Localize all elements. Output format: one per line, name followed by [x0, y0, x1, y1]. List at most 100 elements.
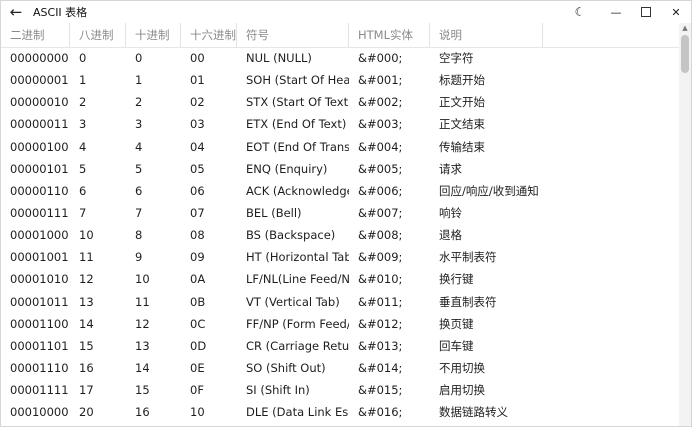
cell-html-entity: &#002; [358, 95, 403, 110]
cell-decimal: 2 [135, 95, 143, 110]
table-row[interactable]: 00000101 5 5 05 ENQ (Enquiry) &#005; 请求 [1, 158, 679, 180]
cell-symbol: FF/NP (Form Feed/N [246, 316, 349, 331]
cell-octal: 17 [79, 383, 94, 398]
table-row[interactable]: 00001110 16 14 0E SO (Shift Out) &#014; 不用切换 [1, 357, 679, 379]
cell-hex: 06 [190, 183, 205, 198]
cell-description: 不用切换 [439, 361, 485, 376]
cell-html-entity: &#000; [358, 51, 403, 66]
cell-binary: 00000110 [10, 183, 69, 198]
cell-binary: 00000111 [10, 206, 69, 221]
close-icon[interactable]: ✕ [661, 1, 691, 23]
table-row[interactable]: 00001101 15 13 0D CR (Carriage Return) &#013;… [1, 335, 679, 357]
cell-hex: 09 [190, 250, 205, 265]
cell-hex: 0E [190, 361, 205, 376]
cell-decimal: 15 [135, 383, 150, 398]
cell-octal: 11 [79, 250, 94, 265]
table-row[interactable]: 00001010 12 10 0A LF/NL(Line Feed/Nev &#010; 换… [1, 268, 679, 290]
table-row[interactable]: 00010000 20 16 10 DLE (Data Link Escap &#016;… [1, 401, 679, 423]
cell-binary: 00000100 [10, 139, 69, 154]
cell-html-entity: &#015; [358, 383, 403, 398]
cell-decimal: 10 [135, 272, 150, 287]
table-row[interactable]: 00000100 4 4 04 EOT (End Of Transm &#004; 传输结束 [1, 136, 679, 158]
cell-binary: 00000001 [10, 73, 69, 88]
column-header-decimal[interactable]: 十进制 [126, 23, 181, 47]
cell-octal: 20 [79, 405, 94, 420]
cell-html-entity: &#001; [358, 73, 403, 88]
cell-symbol: BS (Backspace) [246, 228, 336, 243]
cell-octal: 2 [79, 95, 87, 110]
cell-decimal: 8 [135, 228, 143, 243]
column-header-hex[interactable]: 十六进制 [181, 23, 237, 47]
cell-decimal: 14 [135, 361, 150, 376]
window-controls: ☾ — ✕ [567, 1, 691, 23]
theme-toggle-moon-icon[interactable]: ☾ [567, 1, 593, 23]
cell-description: 空字符 [439, 51, 474, 66]
cell-html-entity: &#006; [358, 183, 403, 198]
cell-octal: 5 [79, 161, 87, 176]
cell-hex: 03 [190, 117, 205, 132]
cell-symbol: SI (Shift In) [246, 383, 310, 398]
table-row[interactable]: 00000111 7 7 07 BEL (Bell) &#007; 响铃 [1, 202, 679, 224]
cell-binary: 00001101 [10, 338, 69, 353]
column-header-description[interactable]: 说明 [430, 23, 543, 47]
cell-decimal: 11 [135, 294, 150, 309]
table-row[interactable]: 00001000 10 8 08 BS (Backspace) &#008; 退格 [1, 224, 679, 246]
cell-description: 启用切换 [439, 383, 485, 398]
cell-description: 正文开始 [439, 95, 485, 110]
maximize-square-shape [641, 7, 651, 17]
table-row[interactable]: 00000000 0 0 00 NUL (NULL) &#000; 空字符 [1, 47, 679, 69]
cell-html-entity: &#005; [358, 161, 403, 176]
cell-octal: 15 [79, 338, 94, 353]
cell-html-entity: &#014; [358, 361, 403, 376]
column-header-symbol[interactable]: 符号 [237, 23, 349, 47]
table-row[interactable]: 00001100 14 12 0C FF/NP (Form Feed/N &#012; 换页… [1, 313, 679, 335]
column-header-octal[interactable]: 八进制 [70, 23, 126, 47]
cell-html-entity: &#004; [358, 139, 403, 154]
cell-description: 换页键 [439, 316, 474, 331]
cell-symbol: STX (Start Of Text) [246, 95, 349, 110]
window-title: ASCII 表格 [33, 6, 88, 19]
table-row[interactable]: 00000110 6 6 06 ACK (Acknowledge) &#006; 回应/响应… [1, 180, 679, 202]
cell-octal: 4 [79, 139, 87, 154]
cell-description: 响铃 [439, 206, 462, 221]
cell-description: 退格 [439, 228, 462, 243]
cell-decimal: 6 [135, 183, 143, 198]
cell-html-entity: &#009; [358, 250, 403, 265]
cell-html-entity: &#013; [358, 338, 403, 353]
cell-symbol: CR (Carriage Return) [246, 338, 349, 353]
cell-html-entity: &#008; [358, 228, 403, 243]
table-row[interactable]: 00001111 17 15 0F SI (Shift In) &#015; 启用切换 [1, 379, 679, 401]
back-arrow-icon[interactable]: ← [1, 1, 31, 23]
column-header-html-entity[interactable]: HTML实体 [349, 23, 430, 47]
cell-binary: 00001001 [10, 250, 69, 265]
cell-hex: 0B [190, 294, 206, 309]
cell-symbol: DLE (Data Link Escap [246, 405, 349, 420]
cell-description: 数据链路转义 [439, 405, 508, 420]
cell-hex: 01 [190, 73, 205, 88]
column-header-binary[interactable]: 二进制 [1, 23, 70, 47]
cell-html-entity: &#003; [358, 117, 403, 132]
scroll-up-arrow-icon[interactable]: ▲ [679, 23, 691, 33]
cell-html-entity: &#010; [358, 272, 403, 287]
scroll-thumb[interactable] [681, 35, 689, 73]
cell-binary: 00001111 [10, 383, 69, 398]
table-row[interactable]: 00001001 11 9 09 HT (Horizontal Tab) &#009; 水平… [1, 246, 679, 268]
cell-decimal: 3 [135, 117, 143, 132]
cell-symbol: ETX (End Of Text) [246, 117, 347, 132]
maximize-icon[interactable] [631, 1, 661, 23]
table-row[interactable]: 00001011 13 11 0B VT (Vertical Tab) &#011; 垂直制… [1, 291, 679, 313]
cell-symbol: SOH (Start Of Headi [246, 73, 349, 88]
vertical-scrollbar[interactable]: ▲ [679, 23, 691, 426]
cell-binary: 00000011 [10, 117, 69, 132]
cell-binary: 00000101 [10, 161, 69, 176]
cell-hex: 0C [190, 316, 206, 331]
title-bar: ← ASCII 表格 ☾ — ✕ [1, 1, 691, 23]
cell-hex: 07 [190, 206, 205, 221]
cell-binary: 00010000 [10, 405, 69, 420]
minimize-icon[interactable]: — [601, 1, 631, 23]
cell-description: 传输结束 [439, 139, 485, 154]
table-row[interactable]: 00000011 3 3 03 ETX (End Of Text) &#003; 正文结束 [1, 113, 679, 135]
table-row[interactable]: 00000001 1 1 01 SOH (Start Of Headi &#001; 标题开… [1, 69, 679, 91]
table-row[interactable]: 00000010 2 2 02 STX (Start Of Text) &#002; 正文开… [1, 91, 679, 113]
cell-octal: 16 [79, 361, 94, 376]
